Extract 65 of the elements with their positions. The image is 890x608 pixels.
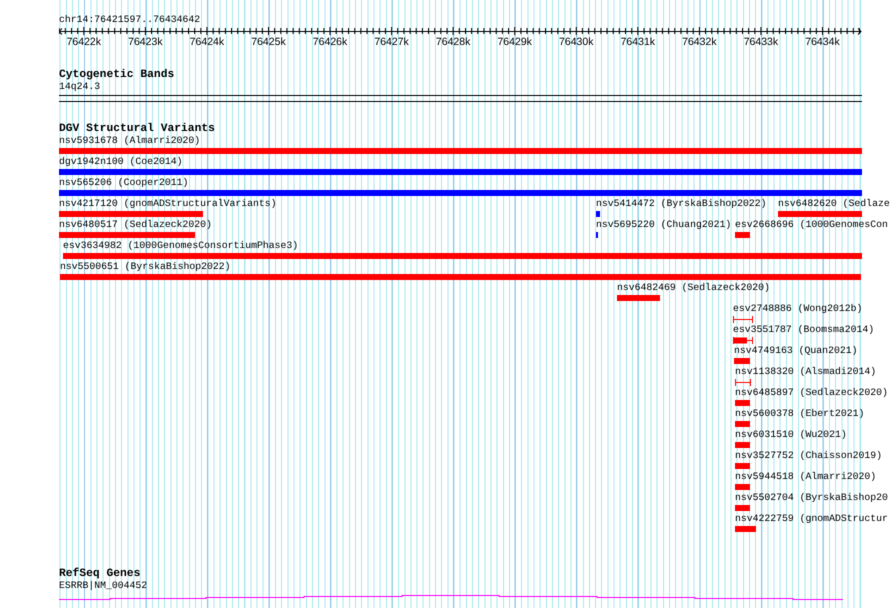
variant-label: nsv6485897 (Sedlazeck2020) — [735, 387, 888, 399]
tick-label: 76432k — [682, 36, 717, 49]
variant-bar[interactable] — [596, 211, 600, 217]
variant-label: esv2668696 (1000GenomesCon — [735, 219, 888, 231]
variant-bar[interactable] — [735, 442, 750, 448]
tick-label: 76431k — [620, 36, 656, 49]
variant-bar[interactable] — [63, 253, 862, 259]
variant-label: nsv6031510 (Wu2021) — [735, 429, 847, 441]
variant-label: nsv5600378 (Ebert2021) — [735, 408, 864, 420]
variant-label: nsv5500651 (ByrskaBishop2022) — [60, 261, 230, 273]
tick-label: 76422k — [66, 36, 102, 49]
variant-label: nsv4222759 (gnomADStructur — [735, 513, 888, 525]
band-label: 14q24.3 — [59, 81, 100, 93]
tick-label: 76424k — [190, 36, 224, 49]
variant-interval[interactable] — [735, 378, 751, 386]
variant-bar[interactable] — [735, 463, 750, 469]
tick-label: 76425k — [251, 36, 286, 49]
variant-bar[interactable] — [735, 421, 750, 427]
tick-label: 76429k — [497, 36, 532, 49]
variant-bar[interactable] — [735, 484, 750, 490]
gene-line[interactable] — [59, 595, 844, 600]
variant-bar[interactable] — [59, 148, 862, 154]
variant-interval[interactable] — [733, 316, 753, 322]
variant-bar[interactable] — [734, 358, 750, 364]
variant-label: nsv5502704 (ByrskaBishop20 — [735, 492, 888, 504]
location-text: chr14:76421597..76434642 — [59, 14, 200, 26]
variant-label: nsv4217120 (gnomADStructuralVariants) — [59, 198, 277, 210]
variant-bar[interactable] — [59, 211, 203, 217]
variant-bar[interactable] — [735, 232, 750, 238]
tick-label: 76427k — [374, 36, 409, 49]
tick-label: 76433k — [744, 36, 778, 49]
variant-bar[interactable] — [59, 190, 862, 196]
variant-label: nsv6482620 (Sedlaze — [778, 198, 890, 210]
variant-label: esv3551787 (Boomsma2014) — [733, 324, 874, 336]
variant-label: nsv1138320 (Alsmadi2014) — [735, 366, 876, 378]
variant-label: nsv565206 (Cooper2011) — [59, 177, 188, 189]
variant-label: nsv6482469 (Sedlazeck2020) — [617, 282, 770, 294]
variant-label: nsv5944518 (Almarri2020) — [735, 471, 876, 483]
variant-label: nsv5695220 (Chuang2021) — [596, 219, 732, 231]
variant-bar[interactable] — [778, 211, 862, 217]
variant-label: esv3634982 (1000GenomesConsortiumPhase3) — [63, 240, 298, 252]
variant-bar[interactable] — [617, 295, 660, 301]
variant-bar[interactable] — [735, 526, 756, 532]
variant-label: dgv1942n100 (Coe2014) — [59, 156, 182, 168]
variant-bar[interactable] — [735, 505, 750, 511]
variant-bar[interactable] — [59, 169, 862, 175]
track-title: DGV Structural Variants — [59, 123, 215, 135]
tick-label: 76426k — [312, 36, 348, 49]
variant-label: nsv4749163 (Quan2021) — [734, 345, 858, 357]
track-title: RefSeq Genes — [59, 568, 140, 580]
track-title: Cytogenetic Bands — [59, 69, 174, 81]
tick-label: 76423k — [128, 36, 163, 49]
gene-label: ESRRB|NM_004452 — [59, 580, 148, 592]
variant-label: nsv3527752 (Chaisson2019) — [735, 450, 882, 462]
variant-bar[interactable] — [59, 232, 195, 238]
variant-label: nsv5414472 (ByrskaBishop2022) — [596, 198, 766, 210]
variant-label: nsv5931678 (Almarri2020) — [59, 135, 200, 147]
tick-label: 76434k — [805, 36, 840, 49]
variant-bar[interactable] — [735, 400, 750, 406]
variant-label: esv2748886 (Wong2012b) — [733, 303, 862, 315]
variant-label: nsv6480517 (Sedlazeck2020) — [59, 219, 212, 231]
variant-bar[interactable] — [60, 274, 861, 280]
variant-bar-interval[interactable] — [733, 336, 753, 344]
tick-label: 76428k — [436, 36, 470, 49]
tick-label: 76430k — [559, 36, 594, 49]
